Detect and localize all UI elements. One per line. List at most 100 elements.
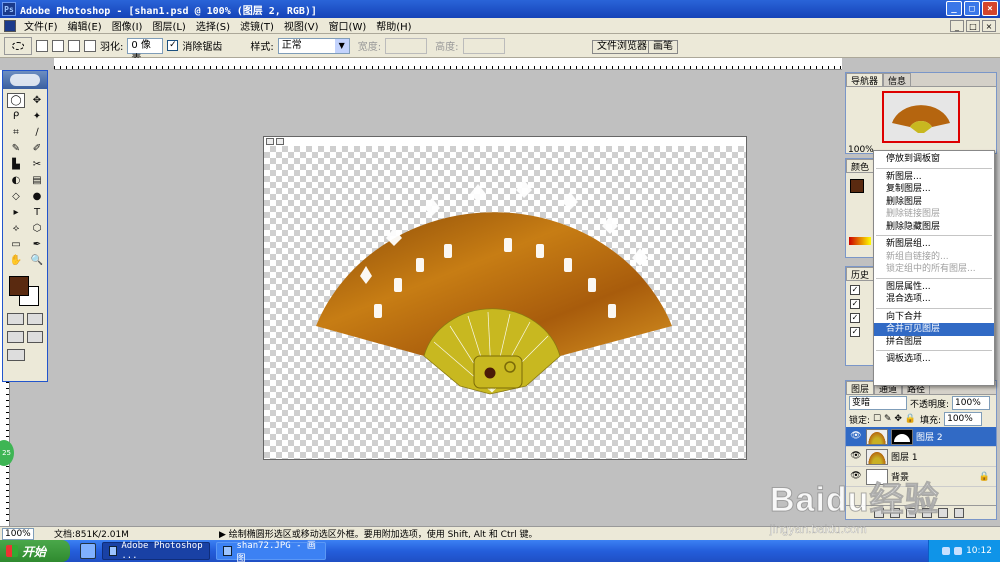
screen-mode-standard-icon[interactable] xyxy=(7,331,24,343)
toolbox-header[interactable] xyxy=(3,71,47,89)
clone-stamp-tool[interactable]: ▙ xyxy=(7,157,25,172)
path-selection-tool[interactable]: ▸ xyxy=(7,205,25,220)
history-check-1[interactable]: ✓ xyxy=(850,285,860,295)
quick-launch-icon[interactable] xyxy=(80,543,96,559)
history-check-4[interactable]: ✓ xyxy=(850,327,860,337)
type-tool[interactable]: T xyxy=(28,205,46,220)
eyedropper-tool[interactable]: ✒ xyxy=(28,237,46,252)
zoom-tool[interactable]: 🔍 xyxy=(28,253,46,268)
doc-minimize-button[interactable]: _ xyxy=(950,20,964,32)
document-window[interactable] xyxy=(263,136,747,460)
layer-row-layer2[interactable]: 👁 图层 2 xyxy=(846,427,996,447)
context-menu-item[interactable]: 停放到调板窗 xyxy=(874,153,994,166)
context-menu-item[interactable]: 合并可见图层 xyxy=(874,323,994,336)
elliptical-marquee-tool[interactable]: ◯ xyxy=(7,93,25,108)
doc-close-button[interactable]: × xyxy=(982,20,996,32)
taskbar-paint[interactable]: shan72.JPG - 画图 xyxy=(216,541,326,562)
opacity-input[interactable]: 100% xyxy=(952,396,991,410)
layer-style-icon[interactable] xyxy=(874,507,884,518)
document-size[interactable]: 文档:851K/2.01M xyxy=(54,527,129,540)
context-menu-item[interactable]: 调板选项... xyxy=(874,353,994,366)
menu-select[interactable]: 选择(S) xyxy=(191,18,235,33)
healing-brush-tool[interactable]: ✎ xyxy=(7,141,25,156)
horizontal-ruler[interactable] xyxy=(54,58,842,70)
lock-options-icon[interactable]: ☐ ✎ ✥ 🔒 xyxy=(873,414,917,424)
tab-info[interactable]: 信息 xyxy=(883,73,912,87)
clock[interactable]: 10:12 xyxy=(966,546,992,556)
tab-brushes[interactable]: 画笔 xyxy=(648,40,678,54)
menu-window[interactable]: 窗口(W) xyxy=(324,18,372,33)
new-group-icon[interactable] xyxy=(906,507,916,518)
layer-mask-thumbnail[interactable] xyxy=(891,428,913,445)
blur-tool[interactable]: ◇ xyxy=(7,189,25,204)
history-check-2[interactable]: ✓ xyxy=(850,299,860,309)
trash-icon[interactable] xyxy=(954,507,964,518)
notes-tool[interactable]: ▭ xyxy=(7,237,25,252)
lasso-tool[interactable]: ᑭ xyxy=(7,109,25,124)
color-ramp[interactable] xyxy=(849,237,871,245)
move-tool[interactable]: ✥ xyxy=(28,93,46,108)
crop-tool[interactable]: ⌗ xyxy=(7,125,25,140)
navigator-zoom[interactable]: 100% xyxy=(848,145,874,155)
screen-mode-full-icon[interactable] xyxy=(26,331,43,343)
gradient-tool[interactable]: ▤ xyxy=(28,173,46,188)
context-menu-item[interactable]: 向下合并 xyxy=(874,311,994,324)
new-adjustment-layer-icon[interactable] xyxy=(922,507,932,518)
subtract-selection-icon[interactable] xyxy=(68,39,80,52)
hand-tool[interactable]: ✋ xyxy=(7,253,25,268)
document-icon[interactable] xyxy=(4,19,16,32)
tab-layers[interactable]: 图层 xyxy=(846,381,875,395)
photoshop-app-icon[interactable]: Ps xyxy=(2,2,16,16)
tab-history[interactable]: 历史 xyxy=(846,267,874,281)
antialias-checkbox[interactable]: ✓ xyxy=(167,40,179,51)
close-button[interactable]: × xyxy=(982,1,998,16)
context-menu-item[interactable]: 混合选项... xyxy=(874,293,994,306)
custom-shape-tool[interactable]: ⬡ xyxy=(28,221,46,236)
menu-filter[interactable]: 滤镜(T) xyxy=(235,18,279,33)
history-brush-tool[interactable]: ✂ xyxy=(28,157,46,172)
navigator-thumbnail[interactable] xyxy=(882,91,960,143)
context-menu-item[interactable]: 复制图层... xyxy=(874,183,994,196)
blend-mode-select[interactable]: 变暗 xyxy=(849,396,907,410)
standard-mode-icon[interactable] xyxy=(7,313,24,325)
context-menu-item[interactable]: 拼合图层 xyxy=(874,336,994,349)
jump-to-imageready-icon[interactable] xyxy=(7,349,25,361)
add-selection-icon[interactable] xyxy=(52,39,64,52)
dodge-tool[interactable]: ● xyxy=(28,189,46,204)
menu-file[interactable]: 文件(F) xyxy=(19,18,63,33)
tray-volume-icon[interactable] xyxy=(954,547,963,555)
add-mask-icon[interactable] xyxy=(890,507,900,518)
context-menu-item[interactable]: 删除图层 xyxy=(874,196,994,209)
context-menu-item[interactable]: 删除隐藏图层 xyxy=(874,221,994,234)
context-menu-item[interactable]: 图层属性... xyxy=(874,281,994,294)
history-check-3[interactable]: ✓ xyxy=(850,313,860,323)
visibility-eye-icon[interactable]: 👁 xyxy=(849,431,863,443)
foreground-color-swatch[interactable] xyxy=(9,276,29,296)
color-panel-fg-swatch[interactable] xyxy=(850,179,864,193)
menu-edit[interactable]: 编辑(E) xyxy=(63,18,107,33)
visibility-eye-icon[interactable]: 👁 xyxy=(849,471,863,483)
pen-tool[interactable]: ⟡ xyxy=(7,221,25,236)
layer-row-background[interactable]: 👁 背景 🔒 xyxy=(846,467,996,487)
new-selection-icon[interactable] xyxy=(36,39,48,52)
magic-wand-tool[interactable]: ✦ xyxy=(28,109,46,124)
status-zoom-input[interactable]: 100% xyxy=(2,527,34,540)
minimize-button[interactable]: _ xyxy=(946,1,962,16)
tray-network-icon[interactable] xyxy=(942,547,951,555)
quick-mask-mode-icon[interactable] xyxy=(26,313,43,325)
elliptical-marquee-preset-icon[interactable] xyxy=(4,36,32,55)
menu-view[interactable]: 视图(V) xyxy=(279,18,324,33)
taskbar-photoshop[interactable]: Adobe Photoshop ... xyxy=(102,541,210,561)
layer-row-layer1[interactable]: 👁 图层 1 xyxy=(846,447,996,467)
tab-file-browser[interactable]: 文件浏览器 xyxy=(592,40,652,54)
tab-navigator[interactable]: 导航器 xyxy=(846,73,884,87)
menu-help[interactable]: 帮助(H) xyxy=(371,18,416,33)
start-button[interactable]: 开始 xyxy=(0,540,70,562)
context-menu-item[interactable]: 新图层组... xyxy=(874,238,994,251)
fill-input[interactable]: 100% xyxy=(944,412,983,426)
tab-color[interactable]: 颜色 xyxy=(846,159,874,173)
brush-tool[interactable]: ✐ xyxy=(28,141,46,156)
doc-restore-button[interactable]: □ xyxy=(966,20,980,32)
canvas[interactable] xyxy=(264,146,746,459)
intersect-selection-icon[interactable] xyxy=(84,39,96,52)
